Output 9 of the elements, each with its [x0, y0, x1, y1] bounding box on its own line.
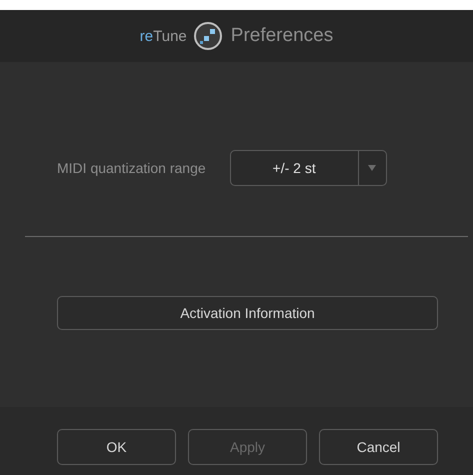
dialog-button[interactable]: OK: [57, 429, 176, 465]
range-dropdown[interactable]: +/- 2 st: [230, 150, 387, 186]
dialog-title: Preferences: [230, 25, 334, 47]
dialog-button[interactable]: Cancel: [319, 429, 438, 465]
logo-icon: [192, 21, 223, 51]
setting-label: MIDI quantization range: [57, 160, 206, 176]
app-logo-text: reTune: [140, 28, 187, 44]
caret-icon: [368, 165, 376, 171]
activation-button[interactable]: Activation Information: [57, 296, 438, 330]
